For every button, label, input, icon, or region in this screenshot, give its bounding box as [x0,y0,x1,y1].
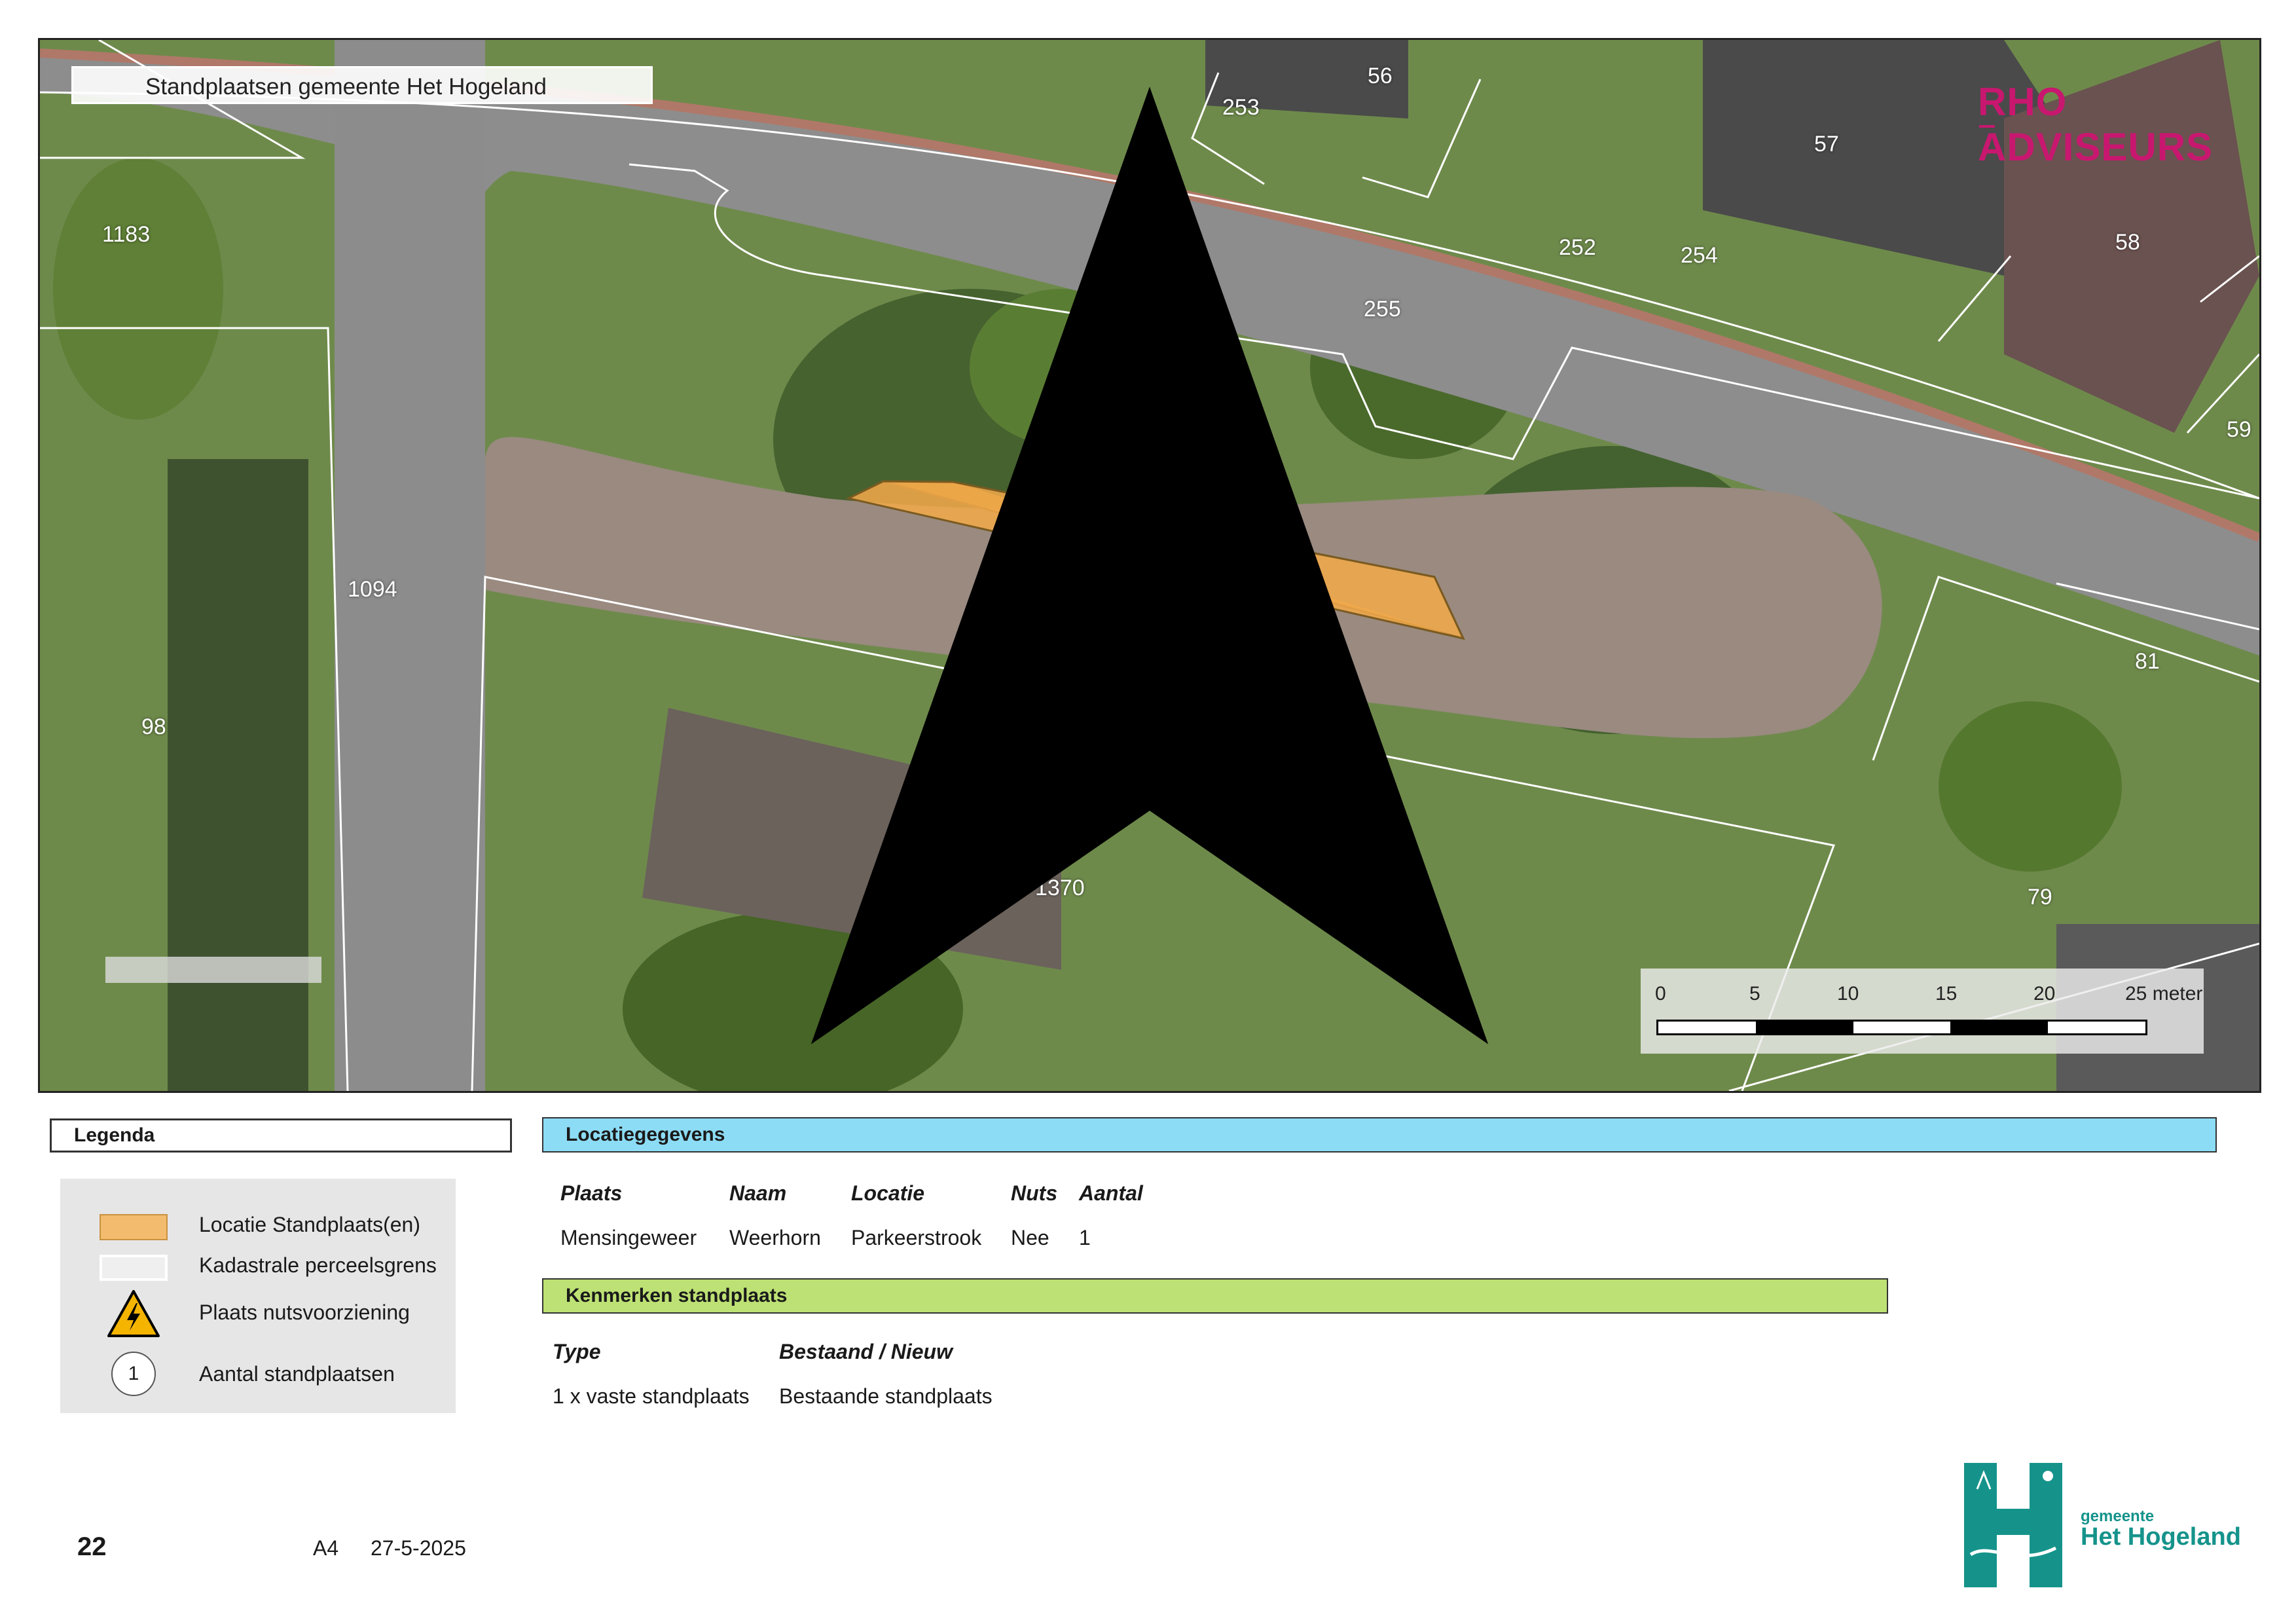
location-cell: Weerhorn [729,1226,821,1249]
date: 27-5-2025 [371,1536,466,1560]
paper-format: A4 [313,1536,339,1560]
location-header: Plaats [560,1181,623,1205]
legend-item: Plaats nutsvoorziening [60,1289,456,1341]
electric-warning-icon [107,1290,160,1337]
location-cell: Mensingeweer [560,1226,697,1249]
characteristics-header: Bestaand / Nieuw [779,1340,953,1363]
scale-bar-segments [1656,1020,2147,1035]
orange-area-swatch [100,1214,168,1240]
characteristics-section-title: Kenmerken standplaats [542,1278,1888,1314]
aerial-map[interactable]: Standplaatsen gemeente Het Hogeland RHO … [38,38,2261,1093]
legend-label: Aantal standplaatsen [199,1362,395,1386]
location-section-title: Locatiegegevens [542,1117,2217,1153]
legend-item: Locatie Standplaats(en) [60,1206,456,1246]
legend-item: Kadastrale perceelsgrens [60,1247,456,1286]
legend-title: Legenda [50,1118,512,1153]
scale-label: 5 [1749,983,1760,1005]
page-number: 22 [77,1532,107,1561]
het-hogeland-logo-icon [1964,1463,2062,1587]
location-cell: Parkeerstrook [851,1226,982,1249]
scale-label: 15 [1935,983,1958,1005]
location-header: Naam [729,1181,787,1205]
legend-label: Locatie Standplaats(en) [199,1213,420,1236]
characteristics-header: Type [553,1340,601,1363]
location-cell: Nee [1011,1226,1049,1249]
location-cell: 1 [1079,1226,1091,1249]
north-arrow-icon [811,86,1489,1044]
legend-label: Kadastrale perceelsgrens [199,1253,437,1277]
location-header: Aantal [1079,1181,1143,1205]
location-header: Nuts [1011,1181,1058,1205]
scale-label: 10 [1837,983,1859,1005]
logo-title: Het Hogeland [2081,1523,2241,1551]
parcel-boundary-swatch [100,1255,168,1281]
numbered-circle-icon: 1 [111,1352,156,1396]
legend-label: Plaats nutsvoorziening [199,1301,410,1324]
scale-label: 0 [1655,983,1666,1005]
characteristics-cell: 1 x vaste standplaats [553,1384,750,1408]
scale-label: 20 [2033,983,2056,1005]
characteristics-cell: Bestaande standplaats [779,1384,993,1408]
legend-item: 1 Aantal standplaatsen [60,1352,456,1404]
scale-bar: 0 5 10 15 20 25 meter [1641,969,2204,1054]
scale-label: 25 meter [2125,983,2203,1005]
legend: Locatie Standplaats(en) Kadastrale perce… [60,1179,456,1413]
location-header: Locatie [851,1181,925,1205]
